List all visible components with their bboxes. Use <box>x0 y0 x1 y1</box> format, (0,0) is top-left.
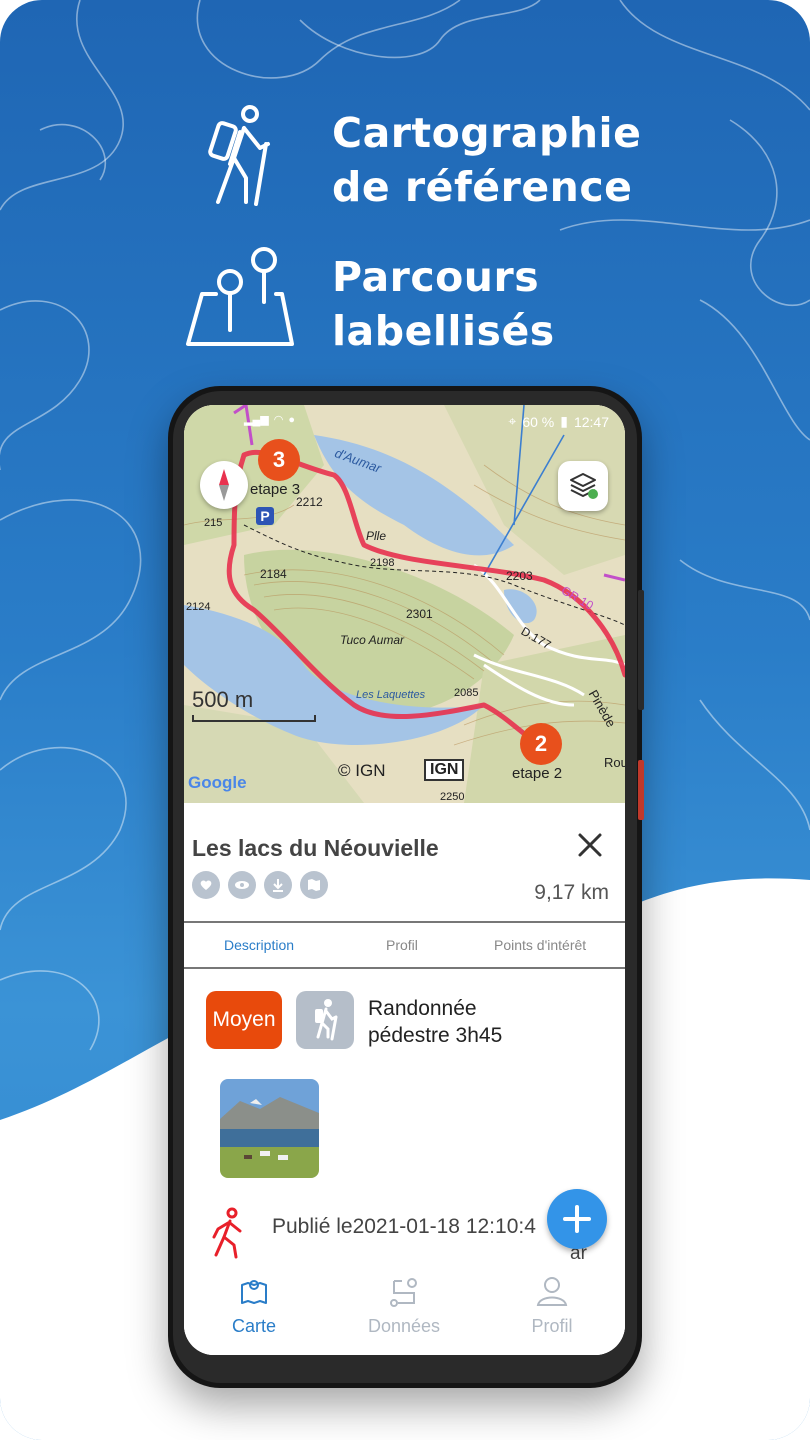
published-label: Publié le <box>272 1215 353 1238</box>
add-button[interactable] <box>547 1189 607 1249</box>
heart-icon <box>200 880 212 890</box>
map-label: 2124 <box>186 601 211 613</box>
difficulty-badge: Moyen <box>206 991 282 1049</box>
map-label: 2085 <box>454 687 479 699</box>
nav-item-profile[interactable]: Profil <box>492 1275 612 1337</box>
map-label: Tuco Aumar <box>340 633 405 647</box>
nav-item-map[interactable]: Carte <box>194 1275 314 1337</box>
headline-line: Parcours <box>332 253 540 301</box>
published-info: Publié le2021-01-18 12:10:4 <box>272 1215 536 1239</box>
status-bar: ▂▄▆ ◠ ● ⌖ 60 % ▮ 12:47 <box>184 405 625 437</box>
headline-line: labellisés <box>332 307 555 355</box>
lake-photo <box>220 1079 319 1178</box>
map-label: 2250 <box>440 791 465 803</box>
tab-description[interactable]: Description <box>224 937 294 953</box>
activity-type: Randonnée <box>368 997 477 1020</box>
map-label: Plle <box>366 529 387 543</box>
eye-icon <box>235 881 249 889</box>
details-tabs: Description Profil Points d'intérêt <box>184 921 625 969</box>
headline-line: de référence <box>332 163 633 211</box>
stage-marker-label: etape 3 <box>250 481 301 498</box>
map-label: 2184 <box>260 567 287 581</box>
activity-description: Randonnée pédestre 3h45 <box>368 995 502 1049</box>
location-icon: ⌖ <box>508 413 517 429</box>
hiker-icon <box>208 105 270 206</box>
compass-button[interactable] <box>200 461 248 509</box>
bottom-navigation: Carte Données Profil <box>184 1267 625 1355</box>
phone-side-button <box>638 590 644 710</box>
stage-marker[interactable]: 3 <box>258 439 300 481</box>
route-actions <box>192 871 328 899</box>
close-icon[interactable] <box>576 831 604 859</box>
headline-line: Cartographie <box>332 109 642 157</box>
stage-marker[interactable]: 2 <box>520 723 562 765</box>
map-label: 2301 <box>406 607 433 621</box>
google-logo: Google <box>188 773 247 792</box>
map-scale-bar <box>192 715 316 722</box>
wifi-icon: ◠ <box>273 414 284 426</box>
map-label: 215 <box>204 517 223 529</box>
nav-item-data[interactable]: Données <box>344 1275 464 1337</box>
parking-icon: P <box>256 507 274 525</box>
ign-logo: IGN <box>424 759 465 781</box>
battery-level: 60 % <box>522 413 555 430</box>
view-button[interactable] <box>228 871 256 899</box>
clock: 12:47 <box>573 413 609 430</box>
nav-label: Carte <box>231 1316 276 1336</box>
layers-icon <box>570 473 598 499</box>
activity-badge <box>296 991 354 1049</box>
nav-label: Données <box>367 1316 441 1336</box>
route-title: Les lacs du Néouvielle <box>192 835 439 861</box>
hiking-icon <box>315 999 338 1041</box>
favorite-button[interactable] <box>192 871 220 899</box>
folded-map-icon <box>308 879 320 891</box>
plus-icon <box>563 1205 591 1233</box>
tab-points-of-interest[interactable]: Points d'intérêt <box>494 937 586 953</box>
phone-side-button <box>638 760 644 820</box>
signal-icon: ▂▄▆ <box>244 414 269 426</box>
user-icon <box>536 1277 568 1306</box>
activity-duration: pédestre 3h45 <box>368 1024 503 1047</box>
map-label: 2203 <box>506 569 533 583</box>
map-label: 2198 <box>370 557 395 569</box>
compass-icon <box>219 469 229 501</box>
map-scale-label: 500 m <box>192 687 254 712</box>
map-view[interactable]: ▂▄▆ ◠ ● ⌖ 60 % ▮ 12:47 2212 2184 2198 23… <box>184 405 625 803</box>
map-icon <box>241 1280 267 1304</box>
map-label: Rou <box>604 755 625 770</box>
download-button[interactable] <box>264 871 292 899</box>
stage-marker-label: etape 2 <box>512 765 563 782</box>
route-distance: 9,17 km <box>534 881 609 904</box>
notification-icon: ● <box>288 413 295 426</box>
map-button[interactable] <box>300 871 328 899</box>
app-screen: ▂▄▆ ◠ ● ⌖ 60 % ▮ 12:47 2212 2184 2198 23… <box>184 405 625 1355</box>
walker-icon <box>212 1207 242 1259</box>
route-photo[interactable] <box>220 1079 319 1178</box>
nav-label: Profil <box>531 1316 573 1336</box>
map-label: Les Laquettes <box>356 689 426 701</box>
tab-profile[interactable]: Profil <box>386 937 418 953</box>
battery-icon: ▮ <box>560 413 568 429</box>
layers-button[interactable] <box>558 461 608 511</box>
download-icon <box>273 879 283 892</box>
route-data-icon <box>390 1278 417 1307</box>
map-pins-icon <box>186 247 294 346</box>
published-date: 2021-01-18 12:10:4 <box>352 1215 536 1238</box>
map-attribution: © IGN <box>338 761 386 780</box>
map-scale: 500 m <box>192 687 316 722</box>
